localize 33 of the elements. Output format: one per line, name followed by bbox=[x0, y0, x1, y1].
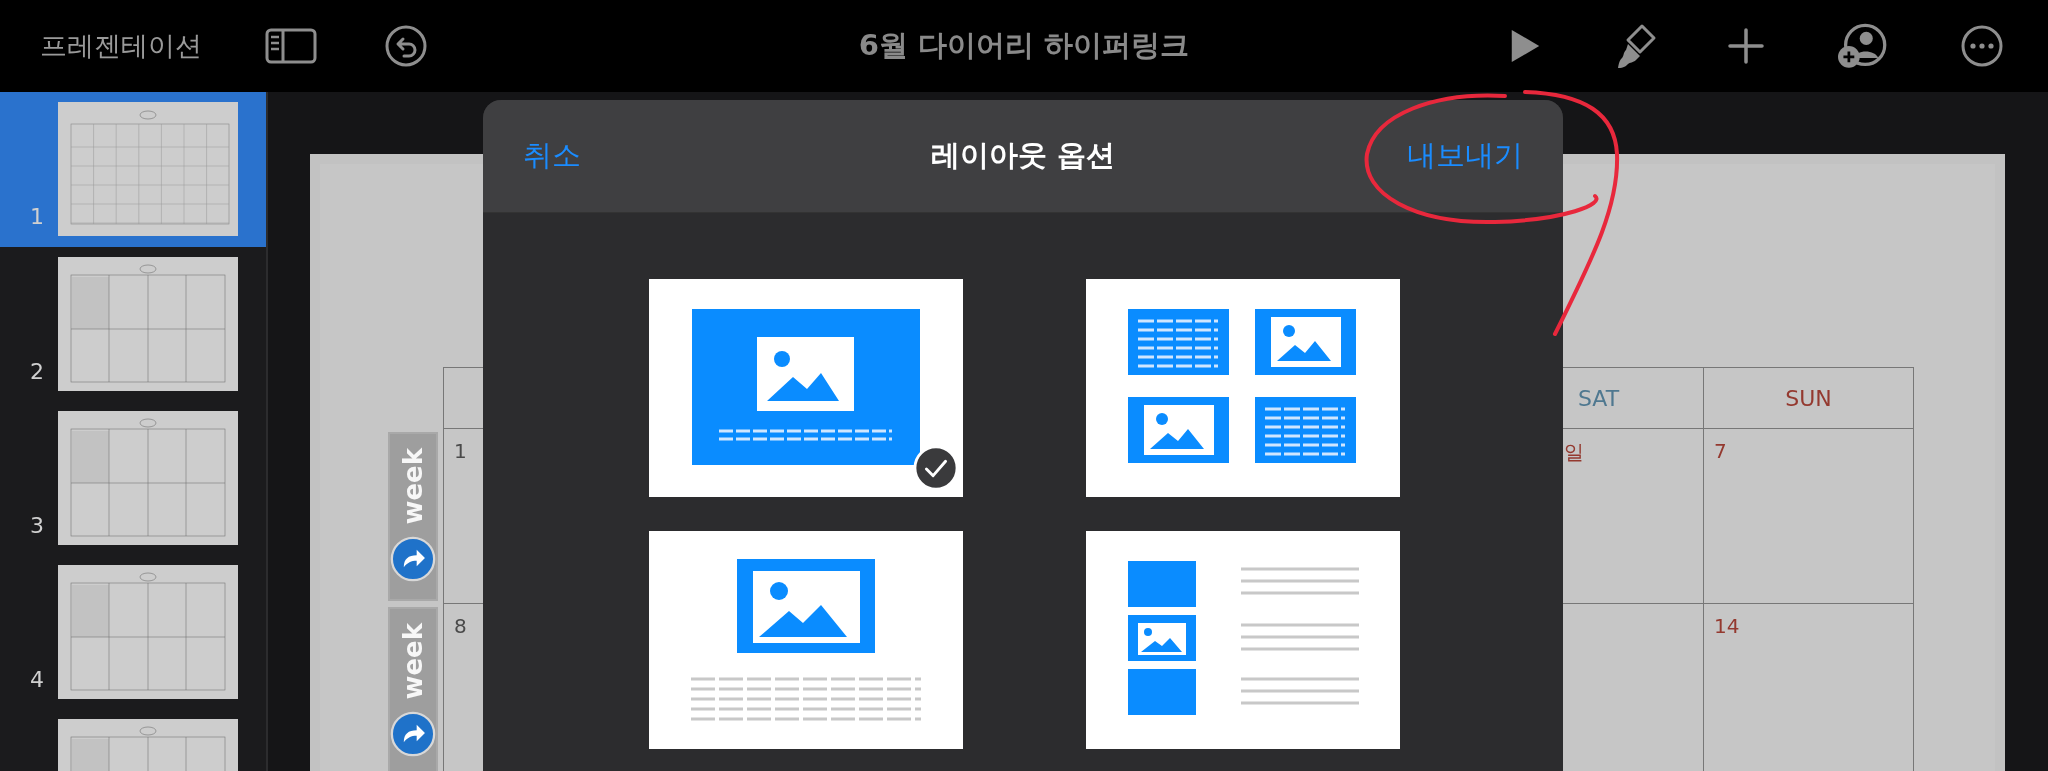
slide-item[interactable]: 1 bbox=[0, 92, 266, 247]
week-label: week bbox=[398, 623, 428, 700]
layout-option[interactable] bbox=[1086, 279, 1400, 497]
week-tab[interactable]: week bbox=[388, 607, 438, 771]
back-link[interactable]: 프레젠테이션 bbox=[40, 28, 202, 64]
date-number: 14 bbox=[1714, 614, 1740, 638]
plus-icon[interactable] bbox=[1726, 26, 1766, 66]
layout-option[interactable] bbox=[1086, 531, 1400, 749]
weekday-label: SAT bbox=[1577, 385, 1620, 411]
week-label: week bbox=[398, 448, 428, 525]
date-number: 7 bbox=[1714, 439, 1727, 463]
slide-item[interactable]: 2 bbox=[0, 247, 266, 401]
slide-item[interactable]: 3 bbox=[0, 401, 266, 555]
cancel-button[interactable]: 취소 bbox=[523, 136, 581, 176]
week-tab[interactable]: week bbox=[388, 432, 438, 601]
undo-icon[interactable] bbox=[384, 24, 428, 68]
slide-number: 4 bbox=[30, 667, 44, 692]
more-icon[interactable] bbox=[1960, 24, 2004, 68]
dialog-title: 레이아웃 옵션 bbox=[930, 137, 1116, 174]
date-number: 8 bbox=[454, 614, 467, 638]
checkmark-icon bbox=[913, 445, 959, 491]
layout-option[interactable] bbox=[649, 531, 963, 749]
document-title: 6월 다이어리 하이퍼링크 bbox=[858, 27, 1190, 64]
cell-text: 일 bbox=[1564, 439, 1584, 466]
sidebar-icon[interactable] bbox=[265, 28, 317, 64]
export-button[interactable]: 내보내기 bbox=[1407, 136, 1523, 176]
slide-item[interactable]: 4 bbox=[0, 555, 266, 709]
slide-number: 3 bbox=[30, 513, 44, 538]
slide-number: 1 bbox=[30, 204, 44, 229]
slide-number: 2 bbox=[30, 359, 44, 384]
layout-option[interactable] bbox=[649, 279, 963, 497]
date-number: 1 bbox=[454, 439, 467, 463]
weekday-label: SUN bbox=[1785, 385, 1832, 411]
